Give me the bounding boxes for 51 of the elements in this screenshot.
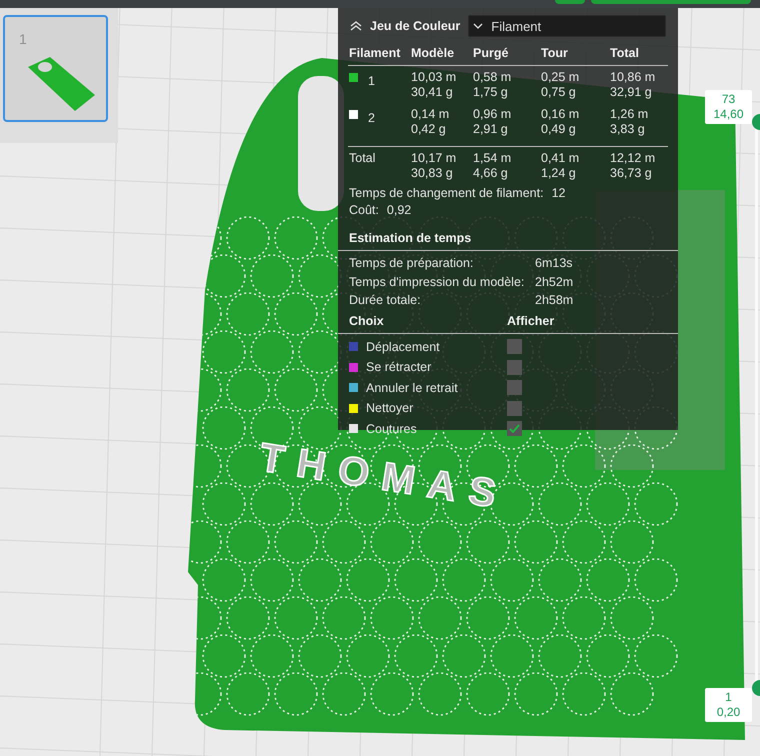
time-label: Temps d'impression du modèle: bbox=[349, 274, 526, 291]
total-label: Total bbox=[349, 150, 376, 167]
show-checkbox[interactable] bbox=[507, 339, 522, 354]
table-cell-text: 0,96 m 2,91 g bbox=[473, 106, 512, 137]
show-checkbox[interactable] bbox=[507, 400, 522, 416]
column-header: Purgé bbox=[473, 45, 510, 62]
upper-layer-label: 73 14,60 bbox=[705, 90, 752, 124]
view-mode-dropdown[interactable]: Filament bbox=[468, 15, 666, 37]
model-text: THOMAS bbox=[256, 435, 512, 518]
table-cell-text: 1,54 m 4,66 g bbox=[473, 150, 512, 181]
show-checkbox[interactable] bbox=[507, 380, 522, 396]
table-cell-text: 0,16 m 0,49 g bbox=[541, 106, 580, 137]
table-cell-text: 0,41 m 1,24 g bbox=[541, 150, 580, 181]
filament-number: 2 bbox=[368, 110, 375, 126]
table-cell-text: 10,03 m 30,41 g bbox=[411, 69, 458, 100]
section-title: Estimation de temps bbox=[348, 230, 472, 247]
legend-label: Annuler le retrait bbox=[366, 380, 458, 395]
legend-label: Déplacement bbox=[366, 340, 440, 354]
table-cell-text: 0,14 m 0,42 g bbox=[411, 106, 450, 137]
show-checkbox[interactable] bbox=[507, 360, 522, 375]
table-cell-text: 12,12 m 36,73 g bbox=[610, 150, 656, 181]
column-header: Total bbox=[610, 45, 640, 62]
filament-change-value: 12 bbox=[552, 185, 566, 202]
lower-layer-label: 1 0,20 bbox=[705, 688, 752, 722]
cost-value: 0,92 bbox=[386, 202, 412, 219]
check-icon bbox=[509, 424, 520, 434]
table-cell-text: 0,58 m 1,75 g bbox=[473, 69, 512, 100]
plate-number: 1 bbox=[19, 31, 27, 47]
table-cell-text: 0,25 m 0,75 g bbox=[541, 69, 580, 100]
time-value: 2h52m bbox=[535, 274, 574, 290]
time-label: Durée totale: bbox=[349, 292, 422, 309]
time-value: 6m13s bbox=[535, 255, 574, 272]
table-cell-text: 10,17 m 30,83 g bbox=[411, 150, 458, 181]
column-header: Tour bbox=[541, 45, 569, 62]
chevron-down-icon bbox=[473, 23, 484, 29]
column-header: Afficher bbox=[507, 314, 556, 328]
collapse-icon[interactable] bbox=[350, 21, 362, 31]
legend-label: Nettoyer bbox=[366, 401, 414, 416]
column-header: Filament bbox=[349, 45, 402, 62]
cost-label: Coût: bbox=[349, 202, 379, 219]
table-cell-text: 1,26 m 3,83 g bbox=[610, 106, 650, 137]
show-checkbox[interactable] bbox=[507, 421, 522, 436]
legend-label: Se rétracter bbox=[366, 360, 432, 374]
time-value: 2h58m bbox=[535, 292, 574, 309]
column-header: Modèle bbox=[411, 45, 456, 62]
time-label: Temps de préparation: bbox=[349, 255, 474, 272]
filament-number: 1 bbox=[368, 73, 375, 89]
column-header: Choix bbox=[349, 314, 385, 328]
filament-change-label: Temps de changement de filament: bbox=[349, 185, 544, 202]
table-cell-text: 10,86 m 32,91 g bbox=[610, 69, 656, 100]
panel-title: Jeu de Couleur bbox=[370, 19, 460, 33]
